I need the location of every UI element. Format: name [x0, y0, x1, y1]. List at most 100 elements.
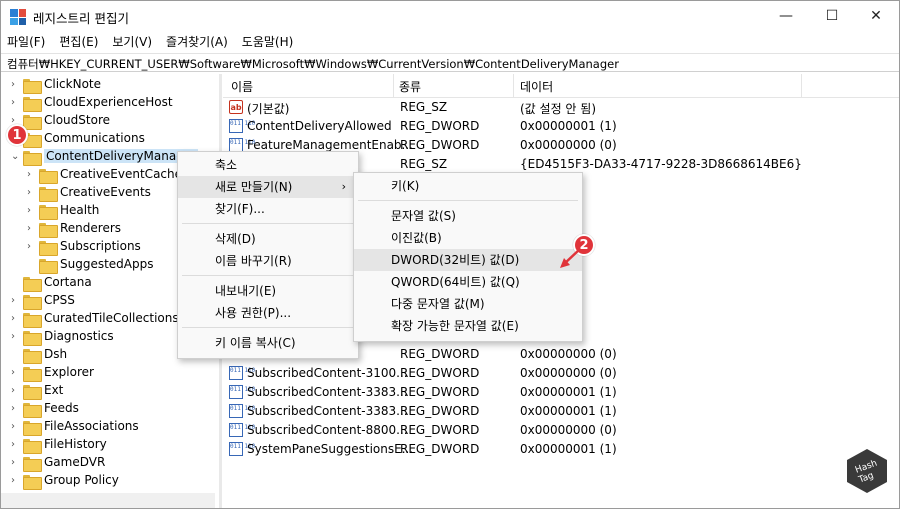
tree-item-label: SuggestedApps: [60, 257, 154, 271]
chevron-right-icon[interactable]: ›: [11, 296, 21, 306]
address-bar[interactable]: 컴퓨터₩HKEY_CURRENT_USER₩Software₩Microsoft…: [1, 53, 899, 72]
submenu-item[interactable]: 문자열 값(S): [354, 205, 582, 227]
submenu-item[interactable]: 다중 문자열 값(M): [354, 293, 582, 315]
chevron-right-icon[interactable]: ›: [11, 458, 21, 468]
submenu-item-label: DWORD(32비트) 값(D): [391, 253, 520, 267]
tree-item-label: Explorer: [44, 365, 94, 379]
chevron-right-icon[interactable]: [11, 278, 21, 288]
chevron-down-icon[interactable]: ⌄: [11, 152, 21, 162]
tree-item-label: Communications: [44, 131, 145, 145]
chevron-right-icon[interactable]: ›: [27, 206, 37, 216]
tree-item-label: Feeds: [44, 401, 79, 415]
value-name: SubscribedContent-3383...: [247, 385, 408, 399]
value-type: REG_DWORD: [400, 366, 480, 380]
tree-item[interactable]: › CloudStore: [1, 112, 215, 130]
value-data: 0x00000000 (0): [520, 366, 617, 380]
tree-item[interactable]: › Ext: [1, 382, 215, 400]
value-name: SystemPaneSuggestionsE...: [247, 442, 414, 456]
tree-item[interactable]: › FileHistory: [1, 436, 215, 454]
new-submenu: 키(K) 문자열 값(S) 이진값(B) DWORD(32비트) 값(D) QWORD(…: [353, 172, 583, 342]
submenu-item-label: QWORD(64비트) 값(Q): [391, 275, 520, 289]
value-name: ContentDeliveryAllowed: [247, 119, 392, 133]
menu-edit[interactable]: 편집(E): [59, 33, 98, 50]
chevron-right-icon[interactable]: ›: [11, 440, 21, 450]
submenu-item[interactable]: QWORD(64비트) 값(Q): [354, 271, 582, 293]
chevron-right-icon[interactable]: ›: [27, 188, 37, 198]
context-menu-item[interactable]: 축소: [178, 154, 358, 176]
value-type: REG_DWORD: [400, 119, 480, 133]
minimize-icon: —: [779, 8, 793, 24]
menu-help[interactable]: 도움말(H): [242, 33, 294, 50]
chevron-right-icon[interactable]: [27, 260, 37, 270]
chevron-right-icon[interactable]: ›: [11, 314, 21, 324]
tree-horizontal-scrollbar[interactable]: [1, 493, 215, 508]
chevron-right-icon[interactable]: ›: [11, 368, 21, 378]
tree-item[interactable]: › Feeds: [1, 400, 215, 418]
column-data-header[interactable]: 데이터: [520, 78, 553, 95]
chevron-right-icon[interactable]: ›: [11, 80, 21, 90]
value-data: 0x00000001 (1): [520, 119, 617, 133]
menu-view[interactable]: 보기(V): [112, 33, 152, 50]
folder-icon: [39, 259, 58, 274]
column-name-header[interactable]: 이름: [231, 78, 253, 95]
binary-value-icon: 011 110: [229, 366, 255, 380]
close-button[interactable]: ✕: [853, 1, 899, 31]
value-row[interactable]: 011 110 SubscribedContent-3383... REG_DWOR…: [223, 383, 899, 402]
value-row[interactable]: 011 110 SubscribedContent-3100... REG_DWOR…: [223, 364, 899, 383]
chevron-right-icon[interactable]: ›: [11, 98, 21, 108]
tree-item[interactable]: › FileAssociations: [1, 418, 215, 436]
chevron-right-icon[interactable]: ›: [27, 224, 37, 234]
value-row[interactable]: 011 110 SystemPaneSuggestionsE... REG_DWOR…: [223, 440, 899, 459]
context-menu-item[interactable]: 삭제(D): [178, 228, 358, 250]
context-menu-item[interactable]: 이름 바꾸기(R): [178, 250, 358, 272]
menu-favorites[interactable]: 즐겨찾기(A): [166, 33, 228, 50]
value-data: 0x00000000 (0): [520, 138, 617, 152]
minimize-button[interactable]: —: [763, 1, 809, 31]
value-row[interactable]: ab (기본값) REG_SZ (값 설정 안 됨): [223, 98, 899, 117]
value-type: REG_DWORD: [400, 347, 480, 361]
chevron-right-icon[interactable]: ›: [27, 170, 37, 180]
context-menu-item[interactable]: 내보내기(E): [178, 280, 358, 302]
submenu-item[interactable]: 이진값(B): [354, 227, 582, 249]
tree-item[interactable]: › CloudExperienceHost: [1, 94, 215, 112]
chevron-right-icon[interactable]: ›: [11, 404, 21, 414]
chevron-right-icon[interactable]: ›: [11, 386, 21, 396]
submenu-item-label: 확장 가능한 문자열 값(E): [391, 319, 519, 333]
tree-item-label: CreativeEvents: [60, 185, 151, 199]
context-menu-item[interactable]: 키 이름 복사(C): [178, 332, 358, 354]
hashtag-watermark-logo: Hash Tag: [847, 449, 887, 493]
tree-item[interactable]: Communications: [1, 130, 215, 148]
menu-separator: [182, 223, 354, 224]
chevron-right-icon[interactable]: ›: [11, 476, 21, 486]
submenu-item[interactable]: 키(K): [354, 175, 582, 197]
submenu-item[interactable]: DWORD(32비트) 값(D): [354, 249, 582, 271]
chevron-right-icon[interactable]: [11, 350, 21, 360]
tree-item[interactable]: › Explorer: [1, 364, 215, 382]
tree-item[interactable]: › GameDVR: [1, 454, 215, 472]
chevron-right-icon[interactable]: ›: [27, 242, 37, 252]
menu-separator: [182, 327, 354, 328]
value-name: SubscribedContent-3100...: [247, 366, 408, 380]
title-bar[interactable]: 레지스트리 편집기 — ☐ ✕: [1, 1, 899, 31]
chevron-right-icon[interactable]: ›: [11, 332, 21, 342]
submenu-item[interactable]: 확장 가능한 문자열 값(E): [354, 315, 582, 337]
context-menu-item[interactable]: 사용 권한(P)...: [178, 302, 358, 324]
tree-item[interactable]: › Group Policy: [1, 472, 215, 490]
context-menu-item[interactable]: 새로 만들기(N) ›: [178, 176, 358, 198]
context-menu-item-label: 이름 바꾸기(R): [215, 254, 292, 268]
binary-value-icon: 011 110: [229, 138, 255, 152]
maximize-button[interactable]: ☐: [809, 1, 855, 31]
menu-file[interactable]: 파일(F): [7, 33, 45, 50]
context-menu-item[interactable]: 찾기(F)...: [178, 198, 358, 220]
folder-icon: [23, 385, 42, 400]
maximize-icon: ☐: [825, 8, 839, 24]
chevron-right-icon[interactable]: ›: [11, 422, 21, 432]
tree-item[interactable]: › ClickNote: [1, 76, 215, 94]
column-type-header[interactable]: 종류: [399, 78, 421, 95]
value-row[interactable]: 011 110 SubscribedContent-8800... REG_DWOR…: [223, 421, 899, 440]
value-data: 0x00000001 (1): [520, 385, 617, 399]
value-row[interactable]: 011 110 SubscribedContent-3383... REG_DWOR…: [223, 402, 899, 421]
menu-separator: [182, 275, 354, 276]
value-row[interactable]: 011 110 ContentDeliveryAllowed REG_DWORD 0x…: [223, 117, 899, 136]
value-name: (기본값): [247, 102, 290, 116]
